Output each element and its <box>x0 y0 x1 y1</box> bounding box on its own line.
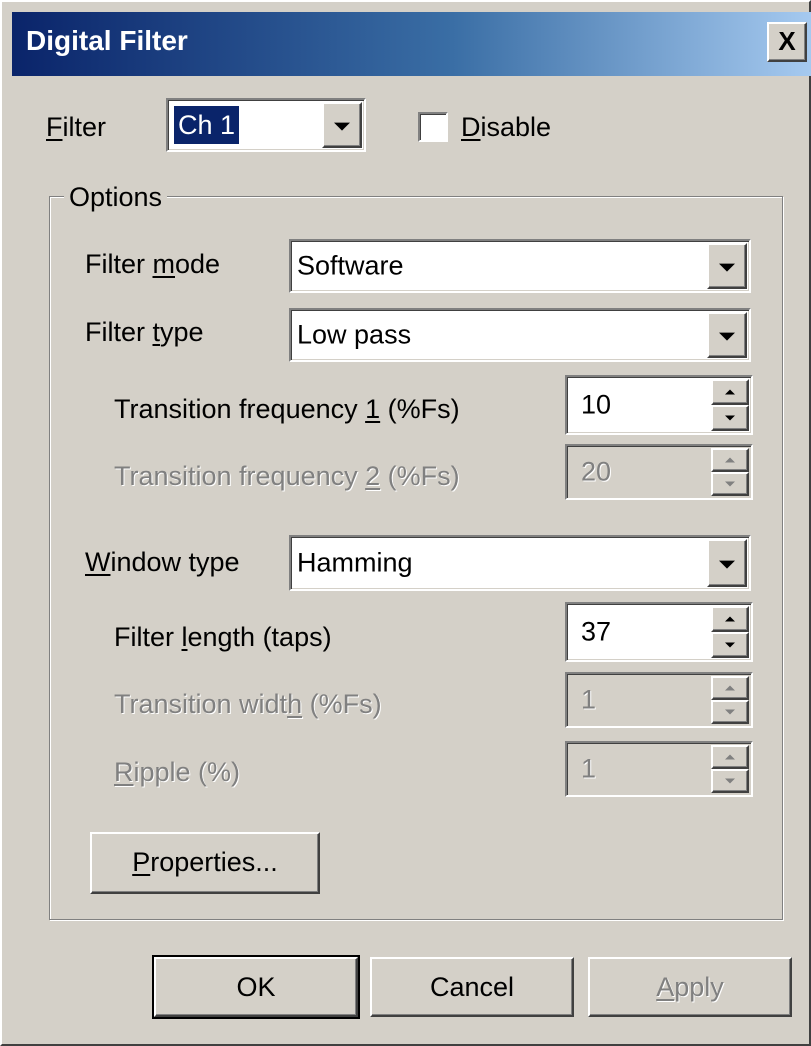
transition-freq-1-spin-down[interactable] <box>711 405 749 431</box>
filter-length-label: Filter length (taps) <box>114 622 332 653</box>
filter-type-select[interactable]: Low pass <box>289 308 751 362</box>
spin-down-icon <box>725 642 735 648</box>
chevron-down-icon <box>334 122 350 131</box>
properties-button-key: P <box>132 847 151 877</box>
transition-freq-2-label-pre: Transition frequency <box>114 461 366 491</box>
filter-length-input[interactable]: 37 <box>565 602 753 662</box>
transition-freq-2-label-post: (%Fs) <box>380 461 460 491</box>
transition-width-spin-down <box>711 700 749 724</box>
chevron-down-icon <box>719 332 735 341</box>
transition-freq-2-input: 20 <box>565 444 753 500</box>
filter-type-value: Low pass <box>297 319 412 350</box>
window-type-label: Window type <box>85 547 240 578</box>
window-type-select[interactable]: Hamming <box>289 535 751 591</box>
filter-mode-dropdown-button[interactable] <box>707 243 747 289</box>
disable-label-access-key: D <box>461 112 481 142</box>
transition-freq-1-label-key: 1 <box>365 394 381 424</box>
spin-up-icon <box>725 457 735 463</box>
transition-freq-2-spin-up <box>711 448 749 472</box>
ok-button[interactable]: OK <box>152 955 360 1019</box>
filter-type-label-post: ype <box>160 317 204 347</box>
apply-button-key: A <box>656 972 675 1002</box>
spin-down-icon <box>725 415 735 421</box>
transition-freq-1-label-pre: Transition frequency <box>114 394 366 424</box>
transition-freq-2-spin-down <box>711 472 749 496</box>
close-button[interactable]: X <box>767 22 807 62</box>
transition-freq-2-value: 20 <box>581 456 612 487</box>
transition-freq-1-label: Transition frequency 1 (%Fs) <box>114 394 460 425</box>
ripple-spin-up <box>711 745 749 769</box>
title-bar[interactable]: Digital Filter X <box>12 12 811 76</box>
filter-label-rest: ilter <box>62 112 107 142</box>
transition-width-label-key: h <box>287 689 303 719</box>
ripple-label-key: R <box>114 757 134 787</box>
disable-label-rest: isable <box>480 112 552 142</box>
transition-width-value: 1 <box>581 684 597 715</box>
chevron-down-icon <box>719 560 735 569</box>
filter-label: Filter <box>46 112 106 143</box>
cancel-button-label: Cancel <box>429 972 515 1002</box>
filter-type-dropdown-button[interactable] <box>707 312 747 358</box>
filter-length-spin-down[interactable] <box>711 632 749 658</box>
filter-mode-label-pre: Filter <box>85 249 153 279</box>
filter-type-label-key: t <box>152 317 161 347</box>
transition-width-input: 1 <box>565 672 753 728</box>
spin-up-icon <box>725 685 735 691</box>
spin-down-icon <box>725 481 735 487</box>
options-group-label: Options <box>64 182 168 213</box>
ripple-label: Ripple (%) <box>114 757 240 788</box>
transition-freq-1-label-post: (%Fs) <box>380 394 460 424</box>
channel-select-value: Ch 1 <box>172 105 241 145</box>
spin-up-icon <box>725 754 735 760</box>
apply-button: Apply <box>588 957 792 1017</box>
spin-down-icon <box>725 778 735 784</box>
filter-length-label-post: ength (taps) <box>187 622 332 652</box>
ok-button-label: OK <box>236 972 276 1002</box>
filter-mode-label: Filter mode <box>85 249 220 280</box>
window-type-label-key: W <box>85 547 111 577</box>
filter-mode-label-post: ode <box>175 249 221 279</box>
close-icon: X <box>778 26 796 56</box>
spin-up-icon <box>725 389 735 395</box>
properties-button-label: roperties... <box>150 847 278 877</box>
transition-width-label-pre: Transition widt <box>114 689 288 719</box>
filter-length-spin-up[interactable] <box>711 606 749 632</box>
window-type-label-post: indow type <box>110 547 240 577</box>
spin-down-icon <box>725 709 735 715</box>
transition-width-label: Transition width (%Fs) <box>114 689 382 720</box>
ripple-input: 1 <box>565 741 753 797</box>
spin-up-icon <box>725 616 735 622</box>
transition-freq-2-label: Transition frequency 2 (%Fs) <box>114 461 460 492</box>
channel-select[interactable]: Ch 1 <box>166 98 366 152</box>
transition-freq-2-label-key: 2 <box>365 461 381 491</box>
window-type-value: Hamming <box>297 547 413 578</box>
window-type-dropdown-button[interactable] <box>707 539 747 587</box>
filter-length-value: 37 <box>581 616 612 647</box>
chevron-down-icon <box>719 263 735 272</box>
filter-mode-select[interactable]: Software <box>289 239 751 293</box>
properties-button[interactable]: Properties... <box>90 832 320 894</box>
transition-width-label-post: (%Fs) <box>302 689 382 719</box>
disable-checkbox[interactable] <box>418 112 448 142</box>
window-title: Digital Filter <box>26 25 188 56</box>
ripple-value: 1 <box>581 753 597 784</box>
filter-mode-value: Software <box>297 250 404 281</box>
cancel-button[interactable]: Cancel <box>370 957 574 1017</box>
transition-freq-1-input[interactable]: 10 <box>565 375 753 435</box>
transition-freq-1-spin-up[interactable] <box>711 379 749 405</box>
filter-label-access-key: F <box>46 112 63 142</box>
filter-type-label: Filter type <box>85 317 204 348</box>
apply-button-label: pply <box>674 972 724 1002</box>
ripple-label-post: ipple (%) <box>133 757 241 787</box>
filter-mode-label-key: m <box>152 249 176 279</box>
transition-width-spin-up <box>711 676 749 700</box>
disable-label[interactable]: Disable <box>461 112 551 143</box>
transition-freq-1-value: 10 <box>581 389 612 420</box>
channel-dropdown-button[interactable] <box>322 102 362 148</box>
ripple-spin-down <box>711 769 749 793</box>
digital-filter-dialog: Digital Filter X Filter Ch 1 Disable Opt… <box>0 0 811 1046</box>
filter-type-label-pre: Filter <box>85 317 153 347</box>
filter-length-label-pre: Filter <box>114 622 182 652</box>
